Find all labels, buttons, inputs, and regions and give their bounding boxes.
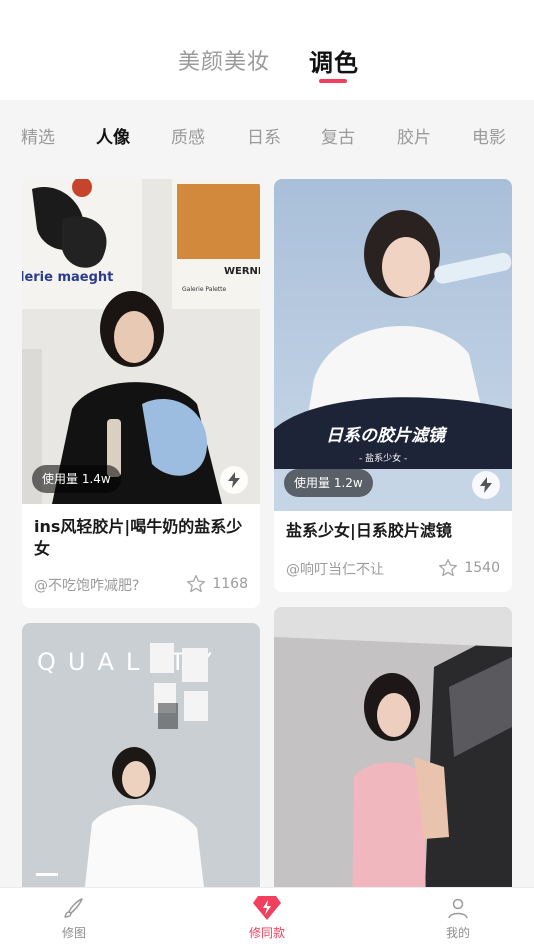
likes-count: 1540 [464, 560, 500, 576]
lightning-icon[interactable] [220, 466, 248, 494]
nav-item-edit[interactable]: 修图 [34, 894, 114, 941]
user-icon [444, 894, 472, 922]
overlay-title: 日系の胶片滤镜 [326, 426, 448, 446]
tab-beauty-makeup[interactable]: 美颜美妆 [178, 44, 270, 76]
lightning-icon[interactable] [472, 471, 500, 499]
card-title: 盐系少女|日系胶片滤镜 [286, 521, 452, 540]
category-tab-bar: 精选 人像 质感 日系 复古 胶片 电影 [0, 100, 534, 168]
overlay-subtitle: - 盐系少女 - [359, 452, 407, 464]
poster-text-1: lerie maeght [22, 270, 113, 285]
card-thumbnail[interactable]: 日系の胶片滤镜 - 盐系少女 - 使用量 1.2w [274, 179, 512, 511]
card-thumbnail[interactable] [274, 607, 512, 913]
card-thumbnail-art: 日系の胶片滤镜 - 盐系少女 - [274, 179, 512, 511]
nav-label: 我的 [445, 926, 470, 940]
likes-count: 1168 [212, 576, 248, 592]
app-root: 美颜美妆 调色 精选 人像 质感 日系 复古 胶片 电影 lerie maegh… [0, 0, 534, 949]
active-tab-underline [319, 79, 347, 83]
card-likes[interactable]: 1168 [186, 574, 248, 594]
diamond-bolt-icon [253, 894, 281, 922]
nav-label: 修图 [61, 926, 86, 940]
category-tab-retro[interactable]: 复古 [321, 123, 355, 148]
mode-tab-bar: 美颜美妆 调色 [0, 0, 534, 100]
usage-count-badge: 使用量 1.2w [284, 469, 373, 497]
category-tab-featured[interactable]: 精选 [21, 123, 55, 148]
card-thumbnail[interactable]: lerie maeght WERNE Galerie Palette 使用量 1… [22, 179, 260, 504]
card-thumbnail-art: QUALITY [22, 623, 260, 913]
usage-count-badge: 使用量 1.4w [32, 465, 121, 493]
category-tab-portrait[interactable]: 人像 [96, 123, 130, 148]
tab-color-grading[interactable]: 调色 [309, 43, 359, 78]
poster-text-2: WERNE [224, 266, 260, 277]
nav-item-profile[interactable]: 我的 [418, 894, 498, 941]
nav-item-same-style[interactable]: 修同款 [227, 894, 307, 941]
card-likes[interactable]: 1540 [438, 558, 500, 578]
nav-label: 修同款 [248, 926, 285, 940]
brush-icon [60, 894, 88, 922]
filter-card[interactable]: QUALITY [22, 623, 260, 913]
card-author[interactable]: @不吃饱咋减肥? [34, 575, 139, 595]
star-icon [439, 559, 458, 577]
poster-text-3: Galerie Palette [182, 286, 227, 293]
filter-card[interactable]: lerie maeght WERNE Galerie Palette 使用量 1… [22, 179, 260, 608]
star-icon [187, 575, 206, 593]
category-tab-film[interactable]: 胶片 [397, 123, 431, 148]
card-thumbnail-art [274, 607, 512, 913]
filter-card[interactable] [274, 607, 512, 913]
card-title: ins风轻胶片|喝牛奶的盐系少女 [34, 517, 243, 558]
card-thumbnail[interactable]: QUALITY [22, 623, 260, 913]
card-author[interactable]: @响叮当仁不让 [286, 559, 384, 579]
filter-card[interactable]: 日系の胶片滤镜 - 盐系少女 - 使用量 1.2w 盐系少女|日系胶片滤镜 @响… [274, 179, 512, 592]
category-tab-movie[interactable]: 电影 [472, 123, 506, 148]
category-tab-texture[interactable]: 质感 [171, 123, 205, 148]
category-tab-japanese[interactable]: 日系 [247, 123, 281, 148]
card-thumbnail-art: lerie maeght WERNE Galerie Palette [22, 179, 260, 504]
bottom-navigation: 修图 修同款 我的 [0, 887, 534, 949]
